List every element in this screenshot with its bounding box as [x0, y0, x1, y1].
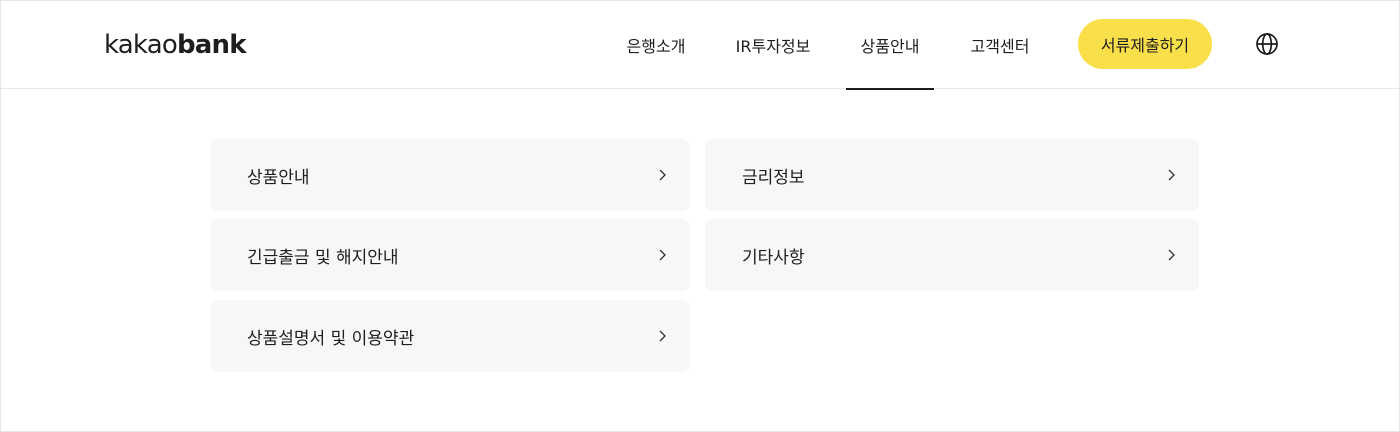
menu-card-terms[interactable]: 상품설명서 및 이용약관: [210, 300, 690, 372]
chevron-right-icon: [1168, 169, 1175, 181]
nav-item-support[interactable]: 고객센터: [956, 1, 1044, 89]
submit-documents-button[interactable]: 서류제출하기: [1078, 19, 1212, 69]
menu-card-emergency-withdrawal[interactable]: 긴급출금 및 해지안내: [210, 219, 690, 291]
chevron-right-icon: [659, 169, 666, 181]
logo-text-bank: bank: [176, 30, 247, 60]
menu-card-label: 상품안내: [247, 167, 310, 188]
menu-card-label: 금리정보: [742, 167, 805, 188]
site-header: kakaobank 은행소개 IR투자정보 상품안내 고객센터 서류제출하기: [1, 1, 1399, 90]
menu-card-products[interactable]: 상품안내: [210, 139, 690, 211]
menu-card-label: 상품설명서 및 이용약관: [247, 328, 415, 349]
chevron-right-icon: [659, 330, 666, 342]
page-frame: kakaobank 은행소개 IR투자정보 상품안내 고객센터 서류제출하기 상…: [0, 0, 1400, 432]
logo-text-kakao: kakao: [104, 30, 178, 60]
chevron-right-icon: [1168, 249, 1175, 261]
menu-card-label: 긴급출금 및 해지안내: [247, 247, 399, 268]
chevron-right-icon: [659, 249, 666, 261]
kakaobank-logo[interactable]: kakaobank: [104, 30, 247, 60]
menu-card-rates[interactable]: 금리정보: [705, 139, 1199, 211]
nav-item-products[interactable]: 상품안내: [846, 1, 934, 90]
nav-item-about[interactable]: 은행소개: [614, 1, 698, 89]
globe-icon[interactable]: [1255, 32, 1279, 56]
nav-item-ir[interactable]: IR투자정보: [722, 1, 824, 89]
menu-card-label: 기타사항: [742, 247, 805, 268]
menu-card-other-matters[interactable]: 기타사항: [705, 219, 1199, 291]
